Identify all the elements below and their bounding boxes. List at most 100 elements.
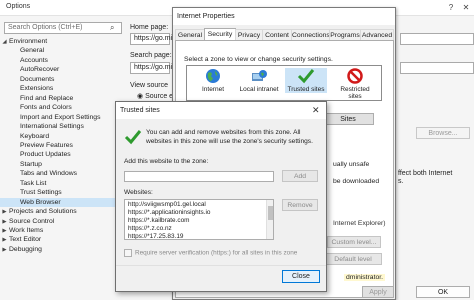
search-page-label: Search page: <box>130 52 172 59</box>
search-icon[interactable]: ⌕ <box>110 23 114 33</box>
help-icon[interactable]: ? <box>444 1 458 14</box>
websites-scrollbar[interactable] <box>266 200 273 239</box>
tree-item[interactable]: ▶ Work Items <box>0 226 124 235</box>
add-website-input[interactable] <box>124 171 274 182</box>
require-https-checkbox[interactable]: Require server verification (https:) for… <box>124 249 297 257</box>
trusted-sites-dialog: Trusted sites ✕ You can add and remove w… <box>115 101 327 292</box>
view-source-radio[interactable]: ◉ Source e <box>137 92 173 100</box>
zone-instruction: Select a zone to view or change security… <box>184 56 333 63</box>
tree-item-label: Preview Features <box>20 141 73 149</box>
security-text-unsafe: ually unsafe <box>333 161 370 168</box>
zone-local-intranet-label: Local intranet <box>239 86 279 93</box>
tree-item[interactable]: ▶ Projects and Solutions <box>0 207 124 216</box>
add-website-label: Add this website to the zone: <box>124 158 209 165</box>
admin-note: dministrator. <box>344 274 386 281</box>
tree-item-label: Trust Settings <box>20 189 62 197</box>
settings-note: ffect both Internet <box>398 170 453 177</box>
zone-local-intranet[interactable]: Local intranet <box>237 68 281 93</box>
tree-item[interactable]: General <box>0 46 144 55</box>
green-check-icon <box>297 69 315 84</box>
custom-level-button[interactable]: Custom level... <box>327 236 381 248</box>
globe-icon <box>206 69 220 83</box>
require-https-label: Require server verification (https:) for… <box>135 249 298 257</box>
tree-item[interactable]: ▶ Text Editor <box>0 235 124 244</box>
tree-item-label: Text Editor <box>9 236 42 244</box>
browse-button[interactable]: Browse... <box>416 127 470 139</box>
zone-trusted-sites[interactable]: Trusted sites <box>285 68 327 93</box>
options-tree: ◢ Environment General Accounts AutoRecover Do… <box>0 37 144 300</box>
view-source-option-label: Source e <box>145 93 174 100</box>
websites-list[interactable]: http://sviigwsmp01.gel.local https://*.ap… <box>124 199 274 240</box>
collapsed-arrow-icon[interactable]: ▶ <box>0 246 9 255</box>
tree-item-label: Import and Export Settings <box>20 113 101 121</box>
tree-item[interactable]: AutoRecover <box>0 65 144 74</box>
zone-internet-label: Internet <box>201 86 225 93</box>
home-page-label: Home page: <box>130 24 169 31</box>
search-page-input[interactable]: https://go.mi <box>130 62 173 74</box>
home-page-input-tail[interactable] <box>400 33 474 45</box>
checkbox-icon <box>124 249 132 257</box>
tree-item-label: Projects and Solutions <box>9 208 77 216</box>
internet-properties-title-bar: Internet Properties <box>173 8 395 25</box>
tree-item-label: Keyboard <box>20 132 50 140</box>
website-item[interactable]: https://*.kailbrate.com <box>128 217 189 225</box>
zone-restricted-sites[interactable]: Restricted sites <box>333 68 377 100</box>
tree-item[interactable]: ▶ Debugging <box>0 245 124 254</box>
website-item[interactable]: https://*.z.co.nz <box>128 225 172 233</box>
tree-item-label: Source Control <box>9 217 55 225</box>
scroll-thumb[interactable] <box>268 206 273 220</box>
sites-button[interactable]: Sites <box>322 113 374 125</box>
zone-internet[interactable]: Internet <box>193 68 233 93</box>
tree-item-label: International Settings <box>20 123 84 131</box>
remove-button[interactable]: Remove <box>282 199 318 211</box>
tree-item-label: Accounts <box>20 56 48 64</box>
tree-item[interactable]: Documents <box>0 75 144 84</box>
tree-item-label: Environment <box>9 38 48 45</box>
tree-item-label: Work Items <box>9 227 44 234</box>
websites-label: Websites: <box>124 189 153 196</box>
options-search-input[interactable]: Search Options (Ctrl+E) ⌕ <box>4 22 122 34</box>
home-page-input[interactable]: https://go.mi <box>130 33 173 45</box>
settings-note-tail: s. <box>398 178 404 185</box>
apply-button[interactable]: Apply <box>362 286 394 298</box>
tree-item-label: Fonts and Colors <box>20 104 72 112</box>
security-text-downloaded: be downloaded <box>333 178 380 185</box>
tree-item[interactable]: ◢ Environment <box>0 37 124 46</box>
tree-item-label: Debugging <box>9 245 42 253</box>
trusted-sites-description: You can add and remove websites from thi… <box>146 129 313 145</box>
tree-item-label: Extensions <box>20 85 54 93</box>
zone-list: Internet Local intranet Trusted sites Re… <box>186 65 382 101</box>
website-item[interactable]: https://*17.25.83.19 <box>128 233 183 239</box>
search-page-input-tail[interactable] <box>400 62 474 74</box>
default-level-button[interactable]: Default level <box>324 253 382 265</box>
tab-strip: General Security Privacy Content Connect… <box>175 28 395 42</box>
zone-restricted-sites-label: Restricted sites <box>340 86 370 100</box>
tree-item-label: Documents <box>20 75 55 83</box>
search-page-value: https://go.mi <box>134 64 173 71</box>
trusted-sites-title-bar: Trusted sites ✕ <box>116 102 326 119</box>
tree-item[interactable]: Extensions <box>0 84 144 93</box>
trusted-sites-title: Trusted sites <box>120 107 160 114</box>
view-source-label: View source <box>130 82 169 89</box>
tree-item-label: Task List <box>20 179 47 187</box>
zone-trusted-sites-label: Trusted sites <box>287 86 325 93</box>
restricted-icon <box>347 68 363 84</box>
add-button[interactable]: Add <box>282 170 318 182</box>
ok-button[interactable]: OK <box>416 286 470 298</box>
tree-item-label: General <box>20 47 45 55</box>
tree-item-label: Tabs and Windows <box>20 170 78 178</box>
close-button[interactable]: Close <box>282 270 320 283</box>
website-item[interactable]: https://*.applicationinsights.io <box>128 209 210 217</box>
internet-properties-title: Internet Properties <box>177 13 235 20</box>
tree-item-label: Startup <box>20 160 42 168</box>
security-text-explorer: Internet Explorer) <box>333 220 386 227</box>
website-item[interactable]: http://sviigwsmp01.gel.local <box>128 201 206 209</box>
close-icon[interactable]: ✕ <box>459 1 473 14</box>
network-globe-icon <box>252 70 267 81</box>
tree-item-label: AutoRecover <box>20 66 60 74</box>
tree-item-label: Find and Replace <box>20 94 74 102</box>
tree-item[interactable]: Accounts <box>0 56 144 65</box>
home-page-value: https://go.mi <box>134 35 173 42</box>
close-icon[interactable]: ✕ <box>312 105 320 116</box>
tree-item[interactable]: ▶ Source Control <box>0 217 124 226</box>
